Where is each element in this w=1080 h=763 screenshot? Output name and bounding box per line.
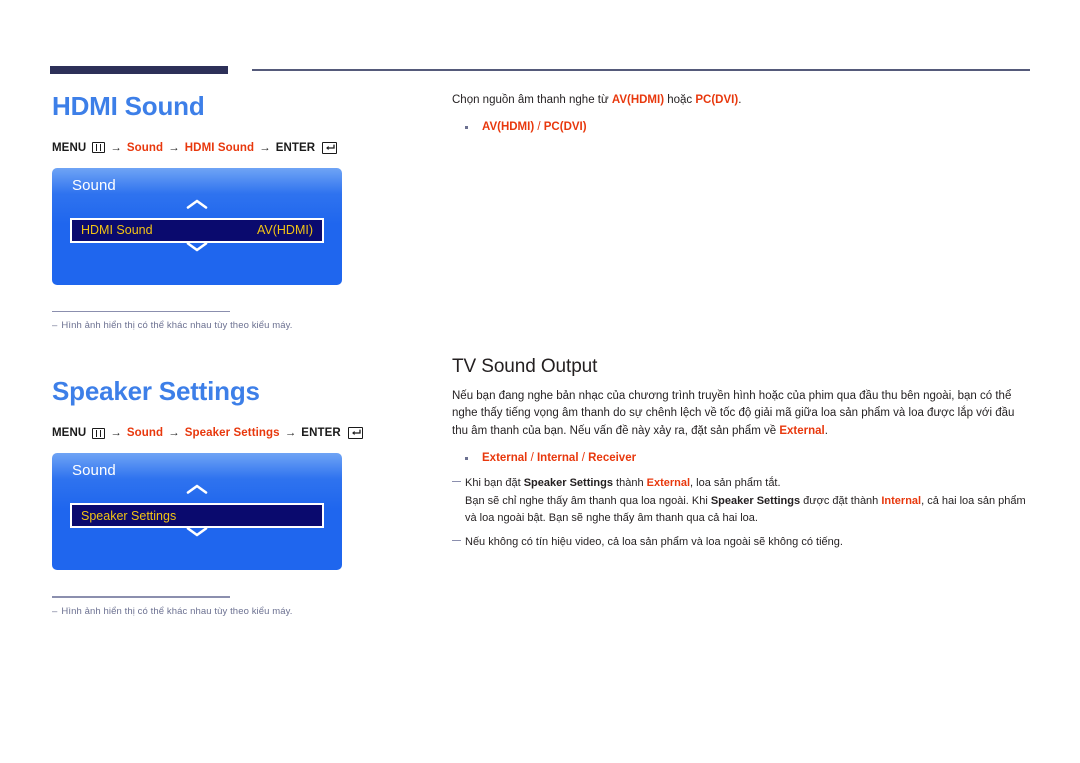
menu-path-arrow-2: → [168,427,180,440]
paragraph-highlight-external: External [779,424,825,437]
tv-menu-panel-title: Sound [72,462,116,480]
note-continuation: Bạn sẽ chỉ nghe thấy âm thanh qua loa ng… [465,493,1032,527]
tv-menu-row-label: Speaker Settings [81,508,177,523]
menu-path-enter-label: ENTER [275,141,316,154]
tv-sound-output-section: TV Sound Output Nếu bạn đang nghe bản nh… [452,356,1032,551]
note-term-speaker-settings: Speaker Settings [523,476,613,489]
menu-grid-icon [92,142,106,154]
footnote-divider [52,310,230,313]
menu-path-arrow-1: → [110,141,122,154]
section-hdmi-sound: HDMI Sound MENU → Sound → HDMI Sound → E… [52,91,432,331]
page-title-hdmi-sound: HDMI Sound [52,91,205,121]
option-separator: / [534,121,544,134]
document-page: HDMI Sound MENU → Sound → HDMI Sound → E… [0,0,1080,763]
option-internal: Internal [536,452,579,465]
option-external: External [482,452,528,465]
menu-path-step-hdmi-sound: HDMI Sound [184,141,255,154]
note-value-external: External [646,476,691,489]
option-separator-1: / [527,452,537,465]
header-thin-rule [252,69,1030,71]
left-column: HDMI Sound MENU → Sound → HDMI Sound → E… [52,91,432,617]
menu-path-arrow-2: → [168,141,180,154]
note-text-c: thành [612,476,647,489]
footnote-hdmi-sound: – Hình ảnh hiển thị có thể khác nhau tùy … [52,310,317,331]
note-no-video-signal: Nếu không có tín hiệu video, cả loa sản … [452,534,1032,551]
section-heading-tv-sound-output: TV Sound Output [452,355,598,377]
note2-term-speaker-settings: Speaker Settings [710,494,801,507]
enter-return-icon [347,427,363,440]
right-column: Chọn nguồn âm thanh nghe từ AV(HDMI) hoặ… [452,92,1032,551]
option-receiver: Receiver [588,452,637,465]
hdmi-sound-description: Chọn nguồn âm thanh nghe từ AV(HDMI) hoặ… [452,92,1032,137]
menu-path-arrow-3: → [284,427,297,440]
menu-path-step-speaker-settings: Speaker Settings [184,427,280,440]
note2-text-c: được đặt thành [800,494,882,507]
paragraph-text-part1: Nếu bạn đang nghe bản nhạc của chương tr… [452,389,1015,437]
footnote-text-row: – Hình ảnh hiển thị có thể khác nhau tùy … [52,320,317,331]
menu-path-menu-label: MENU [52,141,87,154]
hdmi-sound-option-list: AV(HDMI) / PC(DVI) [452,118,1032,136]
menu-path-enter-label: ENTER [301,427,341,440]
list-item: AV(HDMI) / PC(DVI) [452,118,1032,136]
tv-menu-row-value: AV(HDMI) [256,223,313,238]
note-text-e: , loa sản phẩm tắt. [690,476,781,489]
tv-menu-panel-hdmi-sound[interactable]: Sound HDMI Sound AV(HDMI) [52,167,342,285]
tv-sound-output-paragraph: Nếu bạn đang nghe bản nhạc của chương tr… [452,388,1032,440]
footnote-dash: – [52,605,58,617]
paragraph-text-part2: . [824,424,828,437]
chevron-down-icon[interactable] [52,524,342,542]
menu-path-menu-label: MENU [52,427,87,440]
page-title-speaker-settings: Speaker Settings [52,376,260,407]
chevron-up-icon[interactable] [52,197,342,215]
list-item: External / Internal / Receiver [452,449,1032,467]
menu-path-hdmi-sound: MENU → Sound → HDMI Sound → ENTER [52,141,432,154]
lead-text-pre: Chọn nguồn âm thanh nghe từ [452,94,612,106]
hdmi-sound-lead-paragraph: Chọn nguồn âm thanh nghe từ AV(HDMI) hoặ… [452,92,1032,109]
menu-grid-icon [92,427,106,439]
option-separator-2: / [578,452,589,465]
note-no-video-text: Nếu không có tín hiệu video, cả loa sản … [465,535,843,548]
tv-menu-panel-title: Sound [72,176,116,194]
chevron-down-icon[interactable] [52,239,342,257]
menu-path-arrow-1: → [110,427,122,440]
lead-text-post: . [738,94,742,106]
footnote-dash: – [52,320,58,332]
lead-text-mid: hoặc [664,94,696,106]
footnote-speaker-settings: – Hình ảnh hiển thị có thể khác nhau tùy … [52,596,317,617]
note2-value-internal: Internal [881,494,922,507]
footnote-text: Hình ảnh hiển thị có thể khác nhau tùy t… [61,320,293,332]
lead-option-pc-dvi: PC(DVI) [695,94,739,106]
note-text-a: Khi bạn đặt [465,476,524,489]
menu-path-step-sound: Sound [126,141,164,154]
footnote-text: Hình ảnh hiển thị có thể khác nhau tùy t… [61,605,293,617]
header-thick-rule [50,66,228,74]
footnote-divider [52,596,230,598]
section-speaker-settings: Speaker Settings MENU → Sound → Speaker … [52,376,432,617]
menu-path-speaker-settings: MENU → Sound → Speaker Settings → ENTER [52,427,432,440]
note2-text-a: Bạn sẽ chỉ nghe thấy âm thanh qua loa ng… [465,494,711,507]
note-speaker-settings-external: Khi bạn đặt Speaker Settings thành Exter… [452,475,1032,527]
option-pc-dvi: PC(DVI) [543,121,587,134]
tv-menu-panel-speaker-settings[interactable]: Sound Speaker Settings [52,453,342,571]
option-av-hdmi: AV(HDMI) [482,121,535,134]
menu-path-arrow-3: → [259,141,271,154]
tv-sound-output-option-list: External / Internal / Receiver [452,449,1032,467]
lead-option-av-hdmi: AV(HDMI) [611,94,665,106]
footnote-text-row: – Hình ảnh hiển thị có thể khác nhau tùy … [52,606,317,617]
enter-return-icon [322,141,338,154]
menu-path-step-sound: Sound [126,427,164,440]
chevron-up-icon[interactable] [52,482,342,500]
tv-menu-row-label: HDMI Sound [81,223,153,238]
